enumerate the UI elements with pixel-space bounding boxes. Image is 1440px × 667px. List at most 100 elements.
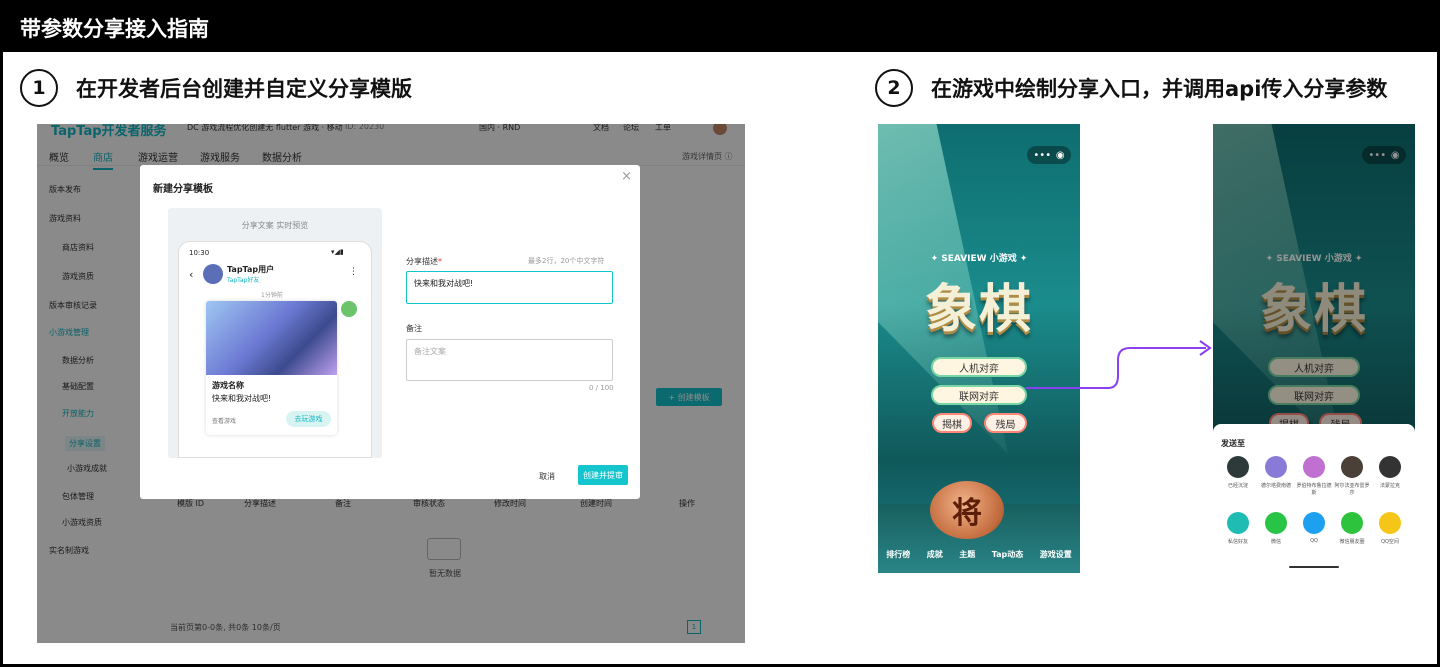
phone-time: 10:30 xyxy=(189,249,210,257)
jieqi-button[interactable]: 揭棋 xyxy=(932,413,972,433)
status-icons: ▾◢▮ xyxy=(331,248,344,256)
nav-service[interactable]: 游戏服务 xyxy=(200,149,240,164)
th-template-id: 模版 ID xyxy=(177,499,205,508)
game-banner xyxy=(206,301,337,375)
sidebar-item-open-ability[interactable]: 开放能力 xyxy=(62,408,94,419)
tab-achievements[interactable]: 成就 xyxy=(927,549,943,560)
sidebar-item-realname[interactable]: 实名制游戏 xyxy=(49,545,89,556)
chess-piece: 将 xyxy=(930,481,1004,539)
step-2-number: 2 xyxy=(875,69,913,107)
share-qq[interactable]: QQ xyxy=(1295,512,1333,544)
sidebar-item-store-info[interactable]: 商店资料 xyxy=(62,242,94,253)
user-name: TapTap用户 xyxy=(227,265,275,274)
sender-avatar xyxy=(341,301,357,317)
sidebar-item-minigame[interactable]: 小游戏管理 xyxy=(49,327,89,338)
more-icon: ⋮ xyxy=(349,267,358,277)
note-input[interactable]: 备注文案 xyxy=(406,339,613,381)
close-icon[interactable]: × xyxy=(621,169,632,184)
game-subtitle: ✦ SEAVIEW 小游戏 ✦ xyxy=(930,254,1028,264)
friend-avatar xyxy=(1227,456,1249,478)
nav-operation[interactable]: 游戏运营 xyxy=(138,149,178,164)
submit-button[interactable]: 创建并提审 xyxy=(578,465,628,485)
friend-item[interactable]: 法蒙拉克 xyxy=(1371,456,1409,489)
th-status: 审核状态 xyxy=(413,499,445,508)
tab-tap-feed[interactable]: Tap动态 xyxy=(992,549,1024,560)
flow-arrow xyxy=(1025,340,1212,389)
step-2-title: 在游戏中绘制分享入口，并调用api传入分享参数 xyxy=(931,77,1388,101)
friend-avatar xyxy=(1303,456,1325,478)
wechat-icon xyxy=(1265,512,1287,534)
sidebar-item-qualification[interactable]: 游戏资质 xyxy=(62,271,94,282)
console-topbar: TapTap开发者服务 DC 游戏流程优化创建无 flutter 游戏 · 移动… xyxy=(37,124,745,139)
endgame-button[interactable]: 残局 xyxy=(984,413,1027,433)
note-count: 0 / 100 xyxy=(589,384,614,392)
avatar[interactable] xyxy=(713,124,727,135)
modal-title: 新建分享模板 xyxy=(153,184,213,195)
th-modified: 修改时间 xyxy=(494,499,526,508)
friend-item[interactable]: 德尔塔费南德 xyxy=(1257,456,1295,489)
top-link-ticket[interactable]: 工单 xyxy=(655,124,671,133)
user-tag: TapTap好友 xyxy=(227,277,260,284)
friend-avatar xyxy=(1341,456,1363,478)
share-title: 发送至 xyxy=(1221,439,1245,448)
friend-item[interactable]: 已经沉淀 xyxy=(1219,456,1257,489)
share-wechat[interactable]: 微信 xyxy=(1257,512,1295,545)
tab-leaderboard[interactable]: 排行榜 xyxy=(886,549,910,560)
game-selector[interactable]: DC 游戏流程优化创建无 flutter 游戏 · 移动 xyxy=(187,124,343,133)
developer-console: TapTap开发者服务 DC 游戏流程优化创建无 flutter 游戏 · 移动… xyxy=(37,124,745,643)
time-ago: 1分钟前 xyxy=(261,292,283,299)
top-link-forum[interactable]: 论坛 xyxy=(623,124,639,133)
close-circle-icon[interactable]: ◉ xyxy=(1056,150,1065,161)
create-template-modal: 新建分享模板 × 分享文案 实时预览 10:30 ▾◢▮ ‹ TapTap用户 … xyxy=(140,165,640,499)
desc-input[interactable]: 快来和我对战吧! xyxy=(406,271,613,304)
cancel-button[interactable]: 取消 xyxy=(539,471,555,482)
nav-overview[interactable]: 概览 xyxy=(49,149,69,164)
sidebar-item-share-settings[interactable]: 分享设置 xyxy=(65,436,105,451)
phone-preview: 10:30 ▾◢▮ ‹ TapTap用户 TapTap好友 ⋮ 1分钟前 游戏名… xyxy=(178,241,372,458)
card-game-name: 游戏名称 xyxy=(212,381,244,390)
top-link-docs[interactable]: 文档 xyxy=(593,124,609,133)
step-1-number: 1 xyxy=(20,69,58,107)
page-number[interactable]: 1 xyxy=(687,620,701,634)
sidebar-item-package[interactable]: 包体管理 xyxy=(62,491,94,502)
online-button[interactable]: 联网对弈 xyxy=(931,385,1027,405)
step-1: 1 在开发者后台创建并自定义分享模版 xyxy=(20,69,412,107)
sidebar-item-data[interactable]: 数据分析 xyxy=(62,355,94,366)
region-selector[interactable]: 国内 · RND xyxy=(479,124,520,133)
user-avatar xyxy=(203,264,223,284)
th-share-desc: 分享描述 xyxy=(244,499,276,508)
game-id: ID: 20230 xyxy=(345,124,385,131)
sidebar-item-review-records[interactable]: 版本审核记录 xyxy=(49,300,97,311)
tab-theme[interactable]: 主题 xyxy=(959,549,975,560)
sidebar-item-release[interactable]: 版本发布 xyxy=(49,184,81,195)
share-moments[interactable]: 微信朋友圈 xyxy=(1333,512,1371,545)
nav-game-detail[interactable]: 游戏详情页 ⓘ xyxy=(682,151,733,162)
sidebar-item-basic-config[interactable]: 基础配置 xyxy=(62,381,94,392)
step-2: 2 在游戏中绘制分享入口，并调用api传入分享参数 xyxy=(875,69,1387,107)
friend-avatar xyxy=(1379,456,1401,478)
share-private-message[interactable]: 私信好友 xyxy=(1219,512,1257,545)
friend-item[interactable]: 罗伯特布鲁拉德斯 xyxy=(1295,456,1333,496)
sidebar-item-minigame-qual[interactable]: 小游戏资质 xyxy=(62,517,102,528)
card-view-game[interactable]: 查看游戏 xyxy=(212,416,236,425)
qzone-icon xyxy=(1379,512,1401,534)
empty-text: 暂无数据 xyxy=(429,569,461,578)
preview-label: 分享文案 实时预览 xyxy=(241,221,309,230)
nav-store[interactable]: 商店 xyxy=(93,149,113,170)
friend-item[interactable]: 阿尔法亚布雷罗莎 xyxy=(1333,456,1371,496)
pve-button[interactable]: 人机对弈 xyxy=(931,357,1027,377)
share-qzone[interactable]: QQ空间 xyxy=(1371,512,1409,545)
back-icon: ‹ xyxy=(189,268,194,281)
tab-settings[interactable]: 游戏设置 xyxy=(1040,549,1072,560)
create-template-button[interactable]: + 创建模板 xyxy=(656,388,722,406)
card-share-text: 快来和我对战吧! xyxy=(212,394,272,403)
empty-box-icon xyxy=(427,538,461,560)
nav-analytics[interactable]: 数据分析 xyxy=(262,149,302,164)
game-phone-share: •••◉ ✦ SEAVIEW 小游戏 ✦ 象棋 人机对弈 联网对弈 揭棋 残局 … xyxy=(1213,124,1415,573)
sidebar-item-game-info[interactable]: 游戏资料 xyxy=(49,213,81,224)
sidebar-item-achievements[interactable]: 小游戏成就 xyxy=(67,463,107,474)
miniprogram-capsule[interactable]: ••• ◉ xyxy=(1027,146,1071,164)
card-play-button[interactable]: 去玩游戏 xyxy=(286,411,331,427)
menu-dots-icon[interactable]: ••• xyxy=(1033,150,1051,161)
friend-avatar xyxy=(1265,456,1287,478)
